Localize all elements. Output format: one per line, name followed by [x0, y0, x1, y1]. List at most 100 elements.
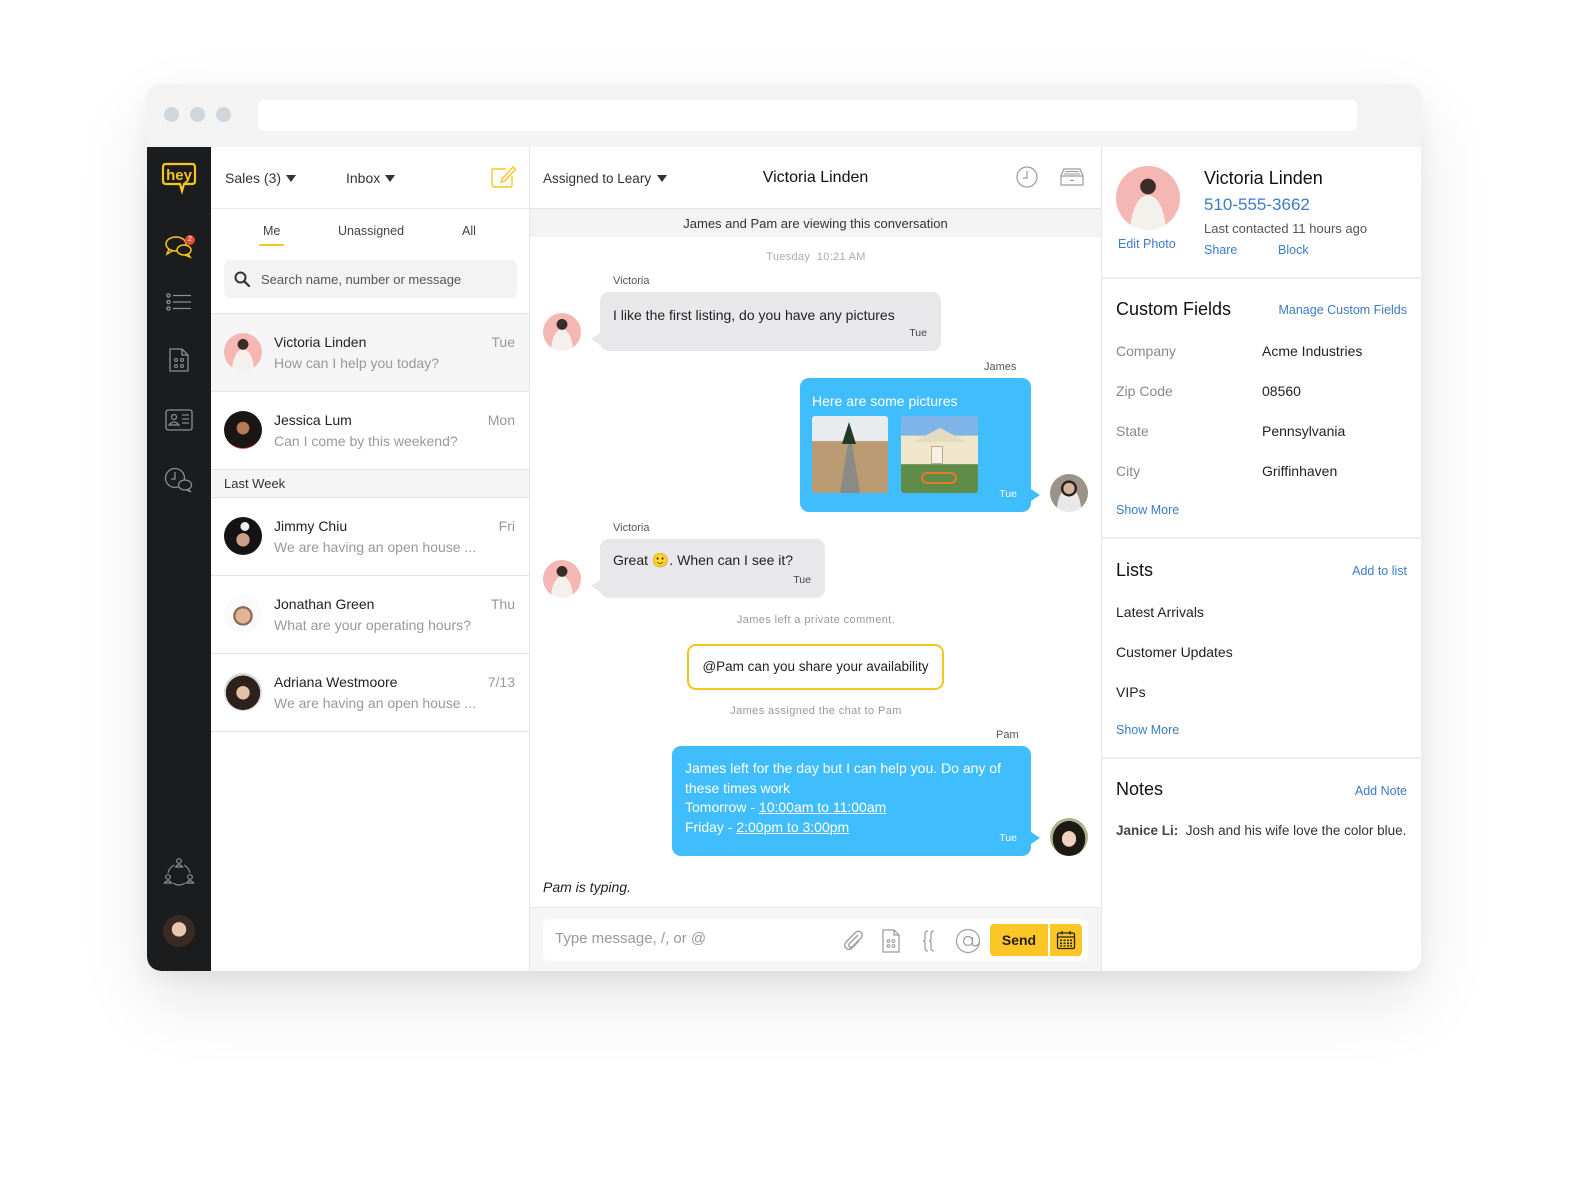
search-icon — [234, 271, 250, 287]
send-button[interactable]: Send — [990, 924, 1048, 956]
list-membership: Customer Updates — [1116, 644, 1233, 660]
block-link[interactable]: Block — [1278, 243, 1309, 257]
composer-area: Send — [530, 907, 1101, 971]
tab-all[interactable]: All — [462, 224, 476, 238]
attach-button[interactable] — [842, 929, 864, 956]
conversation-item[interactable]: Jonathan Green Thu What are your operati… — [211, 576, 529, 654]
message-time: Tue — [999, 831, 1017, 844]
agent-avatar — [1050, 818, 1088, 856]
hey-logo[interactable]: hey — [147, 161, 211, 195]
template-button[interactable] — [881, 929, 901, 958]
tab-unassigned[interactable]: Unassigned — [338, 224, 404, 238]
list-membership: Latest Arrivals — [1116, 604, 1204, 620]
add-to-list-link[interactable]: Add to list — [1352, 564, 1407, 578]
message-preview: We are having an open house ... — [274, 539, 477, 555]
add-note-link[interactable]: Add Note — [1355, 784, 1407, 798]
contact-header: Edit Photo Victoria Linden 510-555-3662 … — [1102, 147, 1421, 279]
attachment-photo-boardwalk[interactable] — [812, 416, 888, 493]
nav-contacts[interactable] — [147, 409, 211, 431]
archive-button[interactable] — [1060, 168, 1084, 191]
message-input[interactable] — [555, 930, 825, 947]
conversation-item[interactable]: Victoria Linden Tue How can I help you t… — [211, 314, 529, 392]
message-bubble-outgoing: James left for the day but I can help yo… — [672, 746, 1031, 856]
nav-lists[interactable] — [147, 293, 211, 311]
message-text: these times work — [685, 779, 791, 796]
search-input[interactable] — [261, 271, 501, 287]
timestamp-day: Tuesday — [766, 251, 811, 263]
conversation-item[interactable]: Jimmy Chiu Fri We are having an open hou… — [211, 498, 529, 576]
tab-me[interactable]: Me — [258, 224, 285, 246]
window-minimize-dot[interactable] — [190, 107, 205, 122]
fields-show-more-link[interactable]: Show More — [1116, 503, 1179, 517]
field-value: 08560 — [1262, 383, 1301, 399]
smile-emoji-icon: 🙂 — [651, 552, 670, 568]
avatar — [224, 333, 262, 371]
user-avatar[interactable] — [163, 915, 195, 947]
nav-conversations[interactable]: 2 — [147, 233, 211, 259]
system-event: James assigned the chat to Pam — [730, 705, 902, 717]
assignment-tabs: Me Unassigned All — [211, 209, 529, 259]
team-icon — [163, 858, 195, 886]
conversation-list-panel: Sales (3) Inbox Me Unassigned All Search… — [211, 147, 530, 971]
notes-section: Notes Add Note Janice Li: Josh and his w… — [1102, 759, 1421, 959]
list-header: Sales (3) Inbox — [211, 147, 529, 209]
conversation-time: Mon — [487, 412, 515, 428]
contact-phone[interactable]: 510-555-3662 — [1204, 195, 1310, 215]
snooze-button[interactable] — [1016, 166, 1038, 193]
composer: Send — [543, 919, 1088, 961]
contact-photo — [1116, 166, 1180, 230]
time-slot-link[interactable]: 10:00am to 11:00am — [759, 799, 886, 815]
browser-titlebar — [147, 84, 1421, 147]
variables-button[interactable] — [921, 929, 939, 958]
contact-name: Victoria Linden — [1204, 168, 1323, 188]
clock-icon — [1016, 166, 1038, 188]
mention-button[interactable] — [955, 928, 981, 959]
calendar-icon — [1056, 931, 1076, 950]
contact-card-icon — [165, 409, 193, 431]
paperclip-icon — [843, 930, 863, 951]
timestamp-time: 10:21 AM — [816, 251, 866, 263]
note-text: Josh and his wife love the color blue. — [1185, 823, 1407, 838]
window-close-dot[interactable] — [164, 107, 179, 122]
manage-custom-fields-link[interactable]: Manage Custom Fields — [1278, 303, 1407, 317]
message-preview: Can I come by this weekend? — [274, 433, 458, 449]
chevron-down-icon — [385, 174, 396, 182]
bubble-tail — [591, 580, 600, 592]
conversation-time: Tue — [491, 334, 515, 350]
nav-team[interactable] — [147, 857, 211, 887]
inbox-dropdown-label: Inbox — [346, 170, 381, 186]
team-dropdown[interactable]: Sales (3) — [225, 170, 297, 186]
attachment-photo-cottage[interactable] — [901, 416, 978, 493]
lists-show-more-link[interactable]: Show More — [1116, 723, 1179, 737]
chevron-down-icon — [286, 174, 297, 182]
edit-photo-link[interactable]: Edit Photo — [1118, 237, 1176, 251]
inbox-dropdown[interactable]: Inbox — [346, 170, 396, 186]
conversation-item[interactable]: Jessica Lum Mon Can I come by this weeke… — [211, 392, 529, 470]
chat-panel: Assigned to Leary Victoria Linden James … — [530, 147, 1102, 971]
template-doc-icon — [169, 348, 189, 372]
archive-tray-icon — [1060, 168, 1084, 186]
field-value: Acme Industries — [1262, 343, 1363, 359]
time-slot-link[interactable]: 2:00pm to 3:00pm — [736, 819, 849, 835]
schedule-send-button[interactable] — [1050, 924, 1082, 956]
message-text: James left for the day but I can help yo… — [685, 760, 1001, 776]
field-label: City — [1116, 463, 1141, 479]
message-sender: Victoria — [613, 275, 650, 287]
nav-templates[interactable] — [147, 347, 211, 373]
search-box — [224, 260, 517, 298]
note-item: Janice Li: Josh and his wife love the co… — [1116, 823, 1406, 838]
share-link[interactable]: Share — [1204, 243, 1237, 257]
conversation-item[interactable]: Adriana Westmoore 7/13 We are having an … — [211, 654, 529, 732]
message-sender: James — [984, 361, 1017, 373]
chat-header: Assigned to Leary Victoria Linden — [530, 147, 1101, 209]
message-bubble-incoming: I like the first listing, do you have an… — [600, 292, 941, 351]
custom-fields-section: Custom Fields Manage Custom Fields Compa… — [1102, 279, 1421, 539]
message-time: Tue — [793, 573, 811, 586]
window-maximize-dot[interactable] — [216, 107, 231, 122]
address-bar[interactable] — [258, 100, 1357, 131]
compose-button[interactable] — [489, 164, 517, 195]
field-label: Company — [1116, 343, 1176, 359]
time-slot-label: Friday - — [685, 818, 737, 835]
nav-history[interactable] — [147, 467, 211, 493]
message-text: I like the first listing, do you have an… — [613, 307, 895, 323]
